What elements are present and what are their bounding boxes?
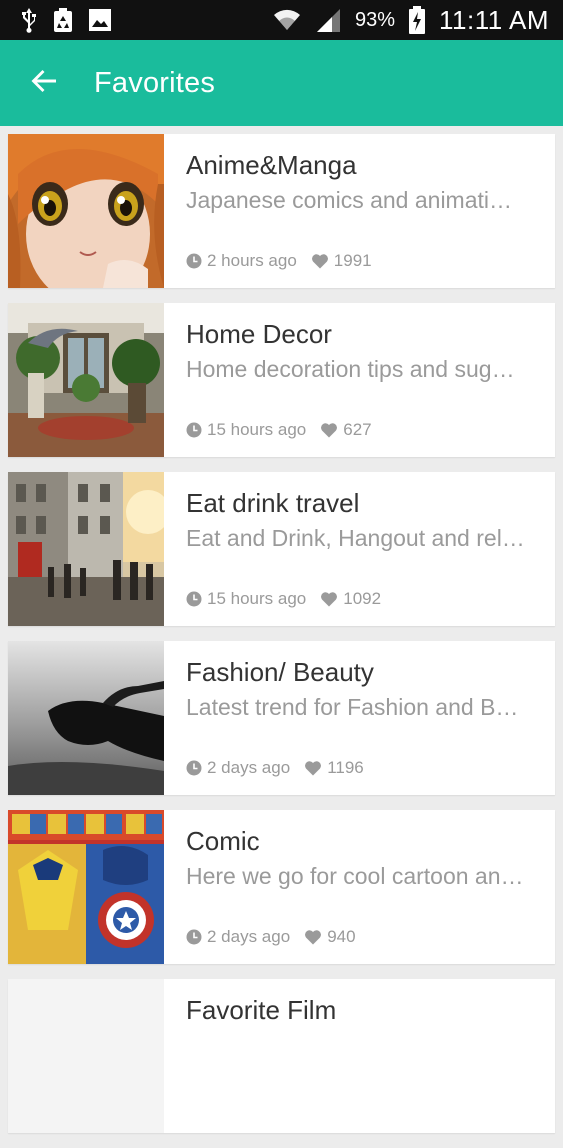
list-item-meta: 15 hours ago 627 xyxy=(186,420,372,440)
gallery-icon xyxy=(88,8,112,32)
battery-charging-icon xyxy=(409,6,425,34)
recycle-icon xyxy=(52,7,74,33)
city-street-image xyxy=(8,472,164,626)
list-item-title: Comic xyxy=(186,826,260,856)
list-item-meta: 2 days ago 940 xyxy=(186,927,356,947)
list-item-time: 2 days ago xyxy=(207,758,291,777)
back-button[interactable] xyxy=(14,53,74,113)
list-item-description: Japanese comics and animati… xyxy=(186,187,512,213)
heart-icon xyxy=(320,591,338,607)
clock-icon xyxy=(186,760,202,776)
list-item-meta: 2 hours ago 1991 xyxy=(186,251,372,271)
list-item-title: Fashion/ Beauty xyxy=(186,657,374,687)
heart-icon xyxy=(304,929,322,945)
status-bar-right: 93% 11:11 AM xyxy=(273,5,549,36)
list-item-time: 15 hours ago xyxy=(207,420,307,439)
wifi-icon xyxy=(273,8,301,32)
list-item-likes: 1092 xyxy=(343,589,382,608)
list-item-description: Home decoration tips and sug… xyxy=(186,356,515,382)
list-item-time: 2 days ago xyxy=(207,927,291,946)
clock-icon xyxy=(186,929,202,945)
list-item-description: Eat and Drink, Hangout and rel… xyxy=(186,525,525,551)
list-item-time: 2 hours ago xyxy=(207,251,297,270)
list-item-description: Here we go for cool cartoon an… xyxy=(186,863,524,889)
list-item-body: Comic Here we go for cool cartoon an… 2 … xyxy=(164,810,555,964)
list-item-title: Home Decor xyxy=(186,319,332,349)
likes-group: 1196 xyxy=(304,758,364,778)
list-item-likes: 1991 xyxy=(333,251,372,270)
list-item-title: Anime&Manga xyxy=(186,150,357,180)
battery-percent: 93% xyxy=(354,8,395,31)
status-bar: 93% 11:11 AM xyxy=(0,0,563,40)
list-item[interactable]: Comic Here we go for cool cartoon an… 2 … xyxy=(8,810,555,964)
list-item[interactable]: Anime&Manga Japanese comics and animati…… xyxy=(8,134,555,288)
list-item-body: Eat drink travel Eat and Drink, Hangout … xyxy=(164,472,555,626)
heart-icon xyxy=(304,760,322,776)
signal-icon xyxy=(315,7,341,33)
list-item-title: Eat drink travel xyxy=(186,488,360,518)
anime-doll-image xyxy=(8,134,164,288)
likes-group: 1092 xyxy=(320,589,381,609)
sunglasses-image xyxy=(8,641,164,795)
usb-icon xyxy=(20,7,38,33)
heart-icon xyxy=(311,253,329,269)
app-bar: Favorites xyxy=(0,40,563,126)
likes-group: 940 xyxy=(304,927,356,947)
likes-group: 1991 xyxy=(311,251,372,271)
list-item-likes: 1196 xyxy=(327,758,364,777)
likes-group: 627 xyxy=(320,420,372,440)
clock-icon xyxy=(186,422,202,438)
film-image xyxy=(8,979,164,1133)
list-item-meta: 15 hours ago 1092 xyxy=(186,589,381,609)
list-item[interactable]: Eat drink travel Eat and Drink, Hangout … xyxy=(8,472,555,626)
clock-icon xyxy=(186,591,202,607)
clock-icon xyxy=(186,253,202,269)
list-item-meta: 2 days ago 1196 xyxy=(186,758,364,778)
list-item[interactable]: Favorite Film xyxy=(8,979,555,1133)
status-bar-left xyxy=(20,7,112,33)
favorites-list: Anime&Manga Japanese comics and animati…… xyxy=(8,134,555,1148)
interior-room-image xyxy=(8,303,164,457)
list-item-body: Favorite Film xyxy=(164,979,555,1133)
clock: 11:11 AM xyxy=(439,4,549,35)
arrow-left-icon xyxy=(30,67,58,100)
list-item-description: Latest trend for Fashion and B… xyxy=(186,694,519,720)
list-item-body: Home Decor Home decoration tips and sug…… xyxy=(164,303,555,457)
list-item-time: 15 hours ago xyxy=(207,589,307,608)
heart-icon xyxy=(320,422,338,438)
list-item[interactable]: Home Decor Home decoration tips and sug…… xyxy=(8,303,555,457)
comics-collage-image xyxy=(8,810,164,964)
list-item[interactable]: Fashion/ Beauty Latest trend for Fashion… xyxy=(8,641,555,795)
list-item-body: Anime&Manga Japanese comics and animati…… xyxy=(164,134,555,288)
list-item-likes: 940 xyxy=(327,927,356,946)
list-item-likes: 627 xyxy=(343,420,372,439)
list-item-body: Fashion/ Beauty Latest trend for Fashion… xyxy=(164,641,555,795)
page-title: Favorites xyxy=(94,66,216,99)
